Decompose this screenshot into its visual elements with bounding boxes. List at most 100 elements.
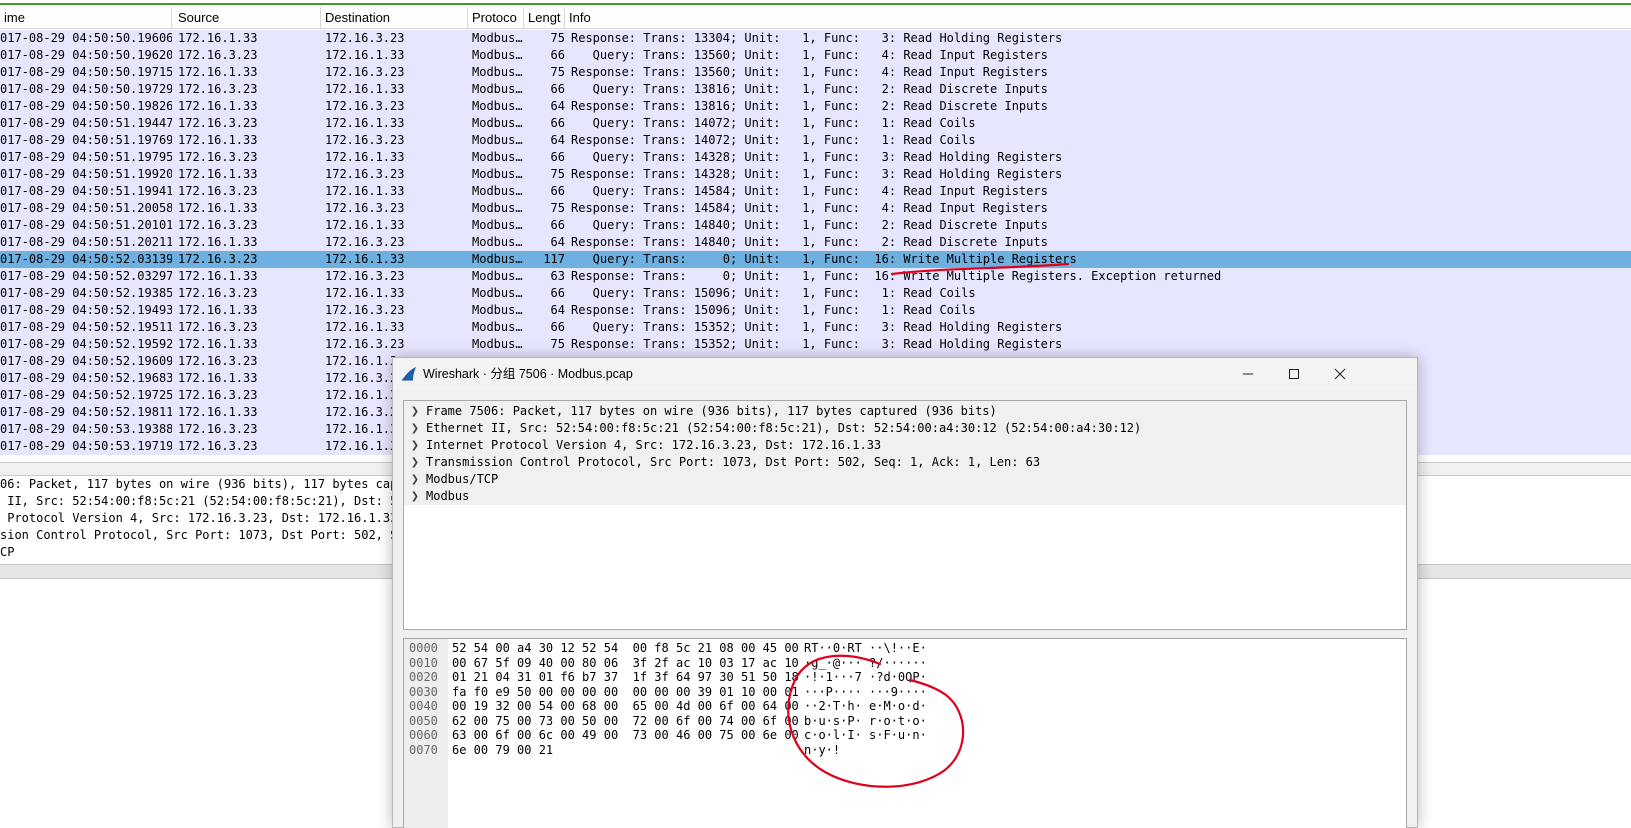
chevron-right-icon[interactable]: ❯ — [404, 454, 426, 471]
close-button[interactable] — [1317, 358, 1363, 390]
packet-row[interactable]: 017-08-29 04:50:50.196066 172.16.1.33 172.… — [0, 30, 1631, 47]
tree-item[interactable]: ❯ Ethernet II, Src: 52:54:00:f8:5c:21 (52… — [404, 420, 1406, 437]
detail-line[interactable]: 06: Packet, 117 bytes on wire (936 bits)… — [0, 476, 395, 493]
hex-bytes: 00 19 32 00 54 00 68 00 65 00 4d 00 6f 0… — [452, 699, 799, 713]
detail-line[interactable]: Protocol Version 4, Src: 172.16.3.23, Ds… — [0, 510, 395, 527]
packet-destination: 172.16.3.23 — [325, 303, 405, 317]
packet-info: Query: Trans: 14328; Unit: 1, Func: 3: R… — [571, 150, 1063, 164]
packet-row[interactable]: 017-08-29 04:50:51.201016 172.16.3.23 172.… — [0, 217, 1631, 234]
packet-time: 017-08-29 04:50:50.197294 — [0, 82, 172, 96]
packet-length: 66 — [550, 150, 565, 164]
packet-destination: 172.16.3.23 — [325, 65, 405, 79]
tree-item-label: Frame 7506: Packet, 117 bytes on wire (9… — [426, 404, 997, 418]
tree-item-label: Modbus — [426, 489, 470, 503]
packet-source: 172.16.3.23 — [178, 82, 258, 96]
tree-item[interactable]: ❯ Frame 7506: Packet, 117 bytes on wire (… — [404, 403, 1406, 420]
detail-line[interactable]: II, Src: 52:54:00:f8:5c:21 (52:54:00:f8:… — [0, 493, 395, 510]
column-length[interactable]: Lengt — [524, 7, 565, 29]
packet-length: 75 — [550, 31, 565, 45]
packet-destination: 172.16.3.23 — [325, 337, 405, 351]
chevron-right-icon[interactable]: ❯ — [404, 403, 426, 420]
packet-row[interactable]: 017-08-29 04:50:51.194470 172.16.3.23 172.… — [0, 115, 1631, 132]
packet-length: 64 — [550, 133, 565, 147]
packet-row[interactable]: 017-08-29 04:50:52.194934 172.16.1.33 172.… — [0, 302, 1631, 319]
packet-row[interactable]: 017-08-29 04:50:51.197698 172.16.1.33 172.… — [0, 132, 1631, 149]
column-info[interactable]: Info — [565, 7, 1631, 29]
packet-row[interactable]: 017-08-29 04:50:51.202113 172.16.1.33 172.… — [0, 234, 1631, 251]
packet-info: Response: Trans: 14840; Unit: 1, Func: 2… — [571, 235, 1048, 249]
column-destination[interactable]: Destination — [321, 7, 468, 29]
packet-time: 017-08-29 04:50:51.200587 — [0, 201, 172, 215]
tree-item[interactable]: ❯ Modbus — [404, 488, 1406, 505]
packet-row[interactable]: 017-08-29 04:50:50.198261 172.16.1.33 172.… — [0, 98, 1631, 115]
packet-destination: 172.16.3.23 — [325, 201, 405, 215]
hex-ascii: ··2·T·h· e·M·o·d· — [804, 699, 927, 713]
packet-source: 172.16.1.33 — [178, 303, 258, 317]
packet-source: 172.16.3.23 — [178, 320, 258, 334]
hex-bytes: 00 67 5f 09 40 00 80 06 3f 2f ac 10 03 1… — [452, 655, 799, 670]
packet-destination: 172.16.3.23 — [325, 167, 405, 181]
column-time[interactable]: ime — [0, 7, 172, 29]
packet-source: 172.16.3.23 — [178, 218, 258, 232]
window-titlebar[interactable]: Wireshark · 分组 7506 · Modbus.pcap — [393, 358, 1417, 390]
packet-row[interactable]: 017-08-29 04:50:52.195928 172.16.1.33 172.… — [0, 336, 1631, 353]
packet-time: 017-08-29 04:50:51.201016 — [0, 218, 172, 232]
packet-destination: 172.16.1.33 — [325, 82, 405, 96]
packet-time: 017-08-29 04:50:52.197254 — [0, 388, 172, 402]
packet-row[interactable]: 017-08-29 04:50:51.197955 172.16.3.23 172.… — [0, 149, 1631, 166]
packet-info: Response: Trans: 13304; Unit: 1, Func: 3… — [571, 31, 1063, 45]
packet-time: 017-08-29 04:50:51.199206 — [0, 167, 172, 181]
packet-row[interactable]: 017-08-29 04:50:51.200587 172.16.1.33 172.… — [0, 200, 1631, 217]
packet-row[interactable]: 017-08-29 04:50:50.197294 172.16.3.23 172.… — [0, 81, 1631, 98]
packet-protocol: Modbus… — [472, 201, 523, 215]
packet-info: Query: Trans: 0; Unit: 1, Func: 16: Writ… — [571, 252, 1077, 266]
hex-offset: 0010 — [409, 655, 438, 670]
chevron-right-icon[interactable]: ❯ — [404, 437, 426, 454]
tree-item[interactable]: ❯ Modbus/TCP — [404, 471, 1406, 488]
chevron-right-icon[interactable]: ❯ — [404, 488, 426, 505]
column-source[interactable]: Source — [174, 7, 321, 29]
hex-offset: 0030 — [409, 684, 438, 699]
protocol-tree[interactable]: ❯ Frame 7506: Packet, 117 bytes on wire (… — [403, 400, 1407, 630]
chevron-right-icon[interactable]: ❯ — [404, 471, 426, 488]
packet-info: Response: Trans: 13816; Unit: 1, Func: 2… — [571, 99, 1048, 113]
packet-length: 75 — [550, 167, 565, 181]
packet-info: Response: Trans: 14328; Unit: 1, Func: 3… — [571, 167, 1063, 181]
packet-info: Query: Trans: 13560; Unit: 1, Func: 4: R… — [571, 48, 1048, 62]
hex-bytes: 62 00 75 00 73 00 50 00 72 00 6f 00 74 0… — [452, 713, 799, 728]
tree-item[interactable]: ❯ Transmission Control Protocol, Src Port… — [404, 454, 1406, 471]
minimize-button[interactable] — [1225, 358, 1271, 390]
minimize-icon — [1243, 373, 1253, 375]
packet-source: 172.16.3.23 — [178, 439, 258, 453]
packet-info: Query: Trans: 15352; Unit: 1, Func: 3: R… — [571, 320, 1063, 334]
packet-protocol: Modbus… — [472, 116, 523, 130]
column-protocol[interactable]: Protoco — [468, 7, 524, 29]
hex-offset: 0060 — [409, 728, 438, 742]
packet-protocol: Modbus… — [472, 269, 523, 283]
packet-row[interactable]: 017-08-29 04:50:52.193855 172.16.3.23 172.… — [0, 285, 1631, 302]
packet-protocol: Modbus… — [472, 184, 523, 198]
tree-item[interactable]: ❯ Internet Protocol Version 4, Src: 172.1… — [404, 437, 1406, 454]
packet-destination: 172.16.1.33 — [325, 286, 405, 300]
packet-row-selected[interactable]: 017-08-29 04:50:52.031390 172.16.3.23 172.… — [0, 251, 1631, 268]
packet-destination: 172.16.1.33 — [325, 320, 405, 334]
hex-dump-pane[interactable]: 0000 52 54 00 a4 30 12 52 54 00 f8 5c 21 … — [403, 638, 1407, 828]
packet-info: Response: Trans: 15352; Unit: 1, Func: 3… — [571, 337, 1063, 351]
packet-row[interactable]: 017-08-29 04:50:51.199418 172.16.3.23 172.… — [0, 183, 1631, 200]
maximize-button[interactable] — [1271, 358, 1317, 390]
packet-source: 172.16.3.23 — [178, 388, 258, 402]
packet-row[interactable]: 017-08-29 04:50:50.196200 172.16.3.23 172.… — [0, 47, 1631, 64]
packet-protocol: Modbus… — [472, 31, 523, 45]
packet-info: Response: Trans: 14584; Unit: 1, Func: 4… — [571, 201, 1048, 215]
chevron-right-icon[interactable]: ❯ — [404, 420, 426, 437]
packet-protocol: Modbus… — [472, 303, 523, 317]
packet-time: 017-08-29 04:50:50.197156 — [0, 65, 172, 79]
hex-bytes: 52 54 00 a4 30 12 52 54 00 f8 5c 21 08 0… — [452, 641, 799, 655]
detail-line[interactable]: sion Control Protocol, Src Port: 1073, D… — [0, 527, 395, 544]
detail-line[interactable]: CP — [0, 544, 395, 561]
packet-protocol: Modbus… — [472, 235, 523, 249]
packet-row[interactable]: 017-08-29 04:50:50.197156 172.16.1.33 172.… — [0, 64, 1631, 81]
packet-row[interactable]: 017-08-29 04:50:52.195111 172.16.3.23 172.… — [0, 319, 1631, 336]
packet-row[interactable]: 017-08-29 04:50:52.032972 172.16.1.33 172.… — [0, 268, 1631, 285]
packet-row[interactable]: 017-08-29 04:50:51.199206 172.16.1.33 172.… — [0, 166, 1631, 183]
